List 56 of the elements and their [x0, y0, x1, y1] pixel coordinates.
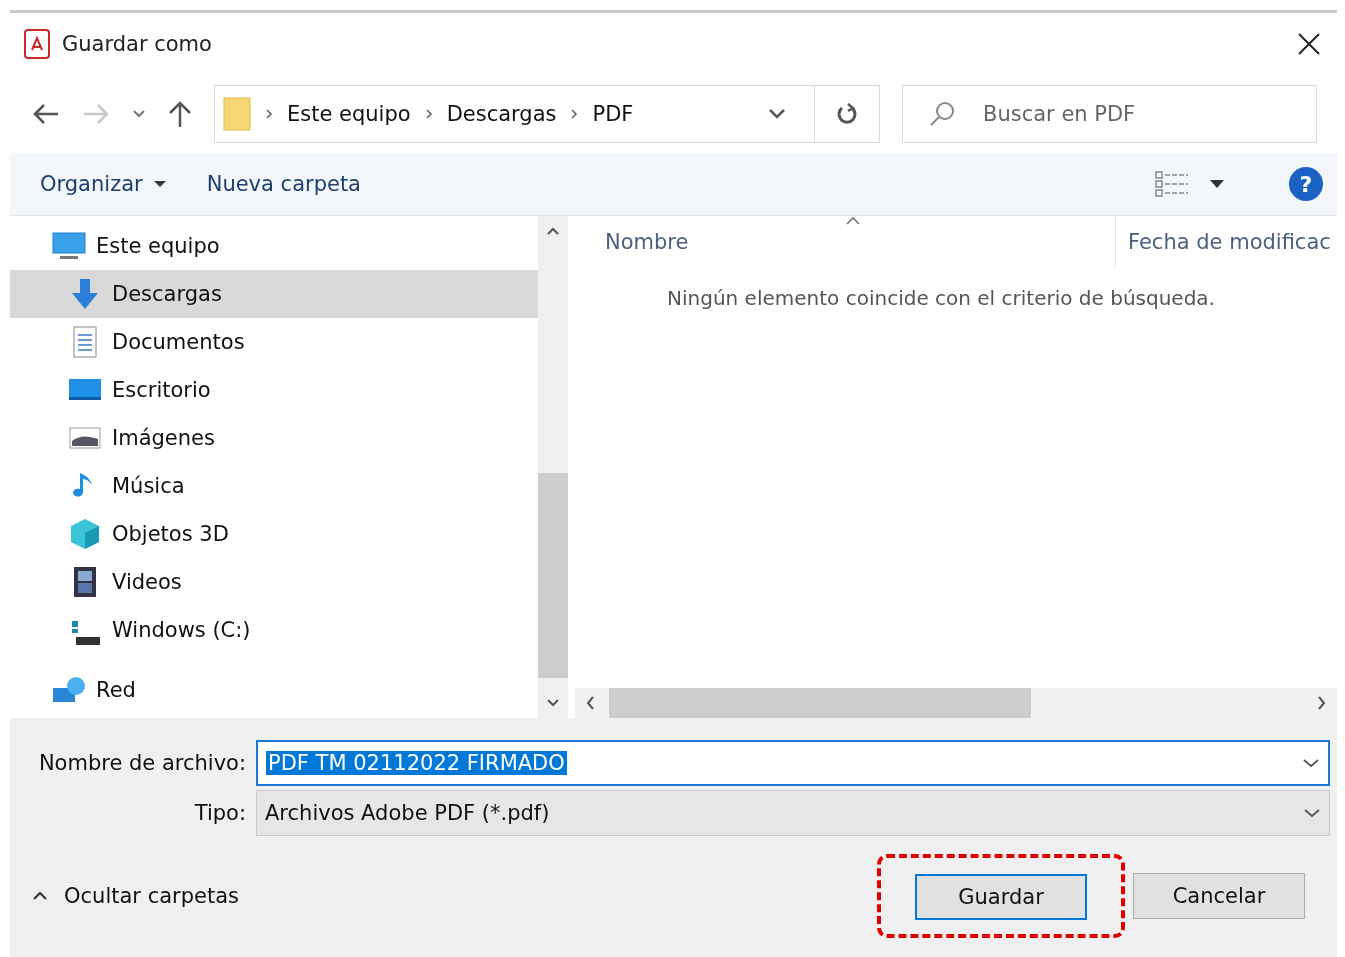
column-header[interactable]: Nombre: [575, 216, 1116, 268]
chevron-left-icon[interactable]: [585, 695, 595, 711]
monitor-icon: [52, 232, 86, 260]
sort-caret-icon: [845, 216, 861, 225]
chevron-down-icon[interactable]: [1303, 808, 1321, 818]
folder-icon: [223, 97, 251, 131]
refresh-icon: [836, 102, 858, 126]
save-button[interactable]: Guardar: [915, 874, 1087, 920]
chevron-down-icon[interactable]: [1302, 758, 1320, 768]
chevron-up-icon: [32, 891, 48, 901]
hide-folders-button[interactable]: Ocultar carpetas: [10, 883, 245, 909]
vertical-scrollbar[interactable]: [538, 216, 568, 718]
sidebar-item[interactable]: Música: [10, 462, 538, 510]
file-type-dropdown[interactable]: Archivos Adobe PDF (*.pdf): [256, 790, 1330, 836]
chevron-up-icon[interactable]: [546, 226, 560, 236]
search-field[interactable]: Buscar en PDF: [902, 85, 1317, 143]
caret-down-icon: [152, 180, 167, 188]
cancel-button[interactable]: Cancelar: [1133, 873, 1305, 919]
pdf-file-icon: [24, 29, 50, 59]
cube-icon: [68, 517, 102, 551]
sidebar-item[interactable]: Imágenes: [10, 414, 538, 462]
breadcrumb[interactable]: Este equipo: [287, 102, 411, 126]
sidebar-item[interactable]: Red: [10, 666, 538, 714]
window-title: Guardar como: [62, 32, 213, 56]
horizontal-scrollbar[interactable]: [575, 688, 1337, 718]
sidebar-item[interactable]: Escritorio: [10, 366, 538, 414]
sidebar-item[interactable]: Windows (C:): [10, 606, 538, 654]
close-icon[interactable]: [1297, 32, 1321, 56]
chevron-right-icon: [424, 108, 433, 120]
chevron-right-icon[interactable]: [1317, 695, 1327, 711]
field-label: Nombre de archivo:: [37, 751, 247, 775]
chevron-right-icon: [570, 108, 579, 120]
network-icon: [52, 676, 86, 704]
up-arrow-icon[interactable]: [168, 100, 192, 128]
address-bar[interactable]: Este equipo Descargas PDF: [214, 85, 880, 143]
chevron-down-icon[interactable]: [768, 108, 786, 120]
breadcrumb[interactable]: PDF: [592, 102, 634, 126]
new-folder-button[interactable]: Nueva carpeta: [198, 168, 369, 200]
chevron-down-icon[interactable]: [546, 698, 560, 708]
column-header[interactable]: Fecha de modificac: [1116, 216, 1337, 268]
search-icon: [928, 100, 956, 128]
sidebar-item[interactable]: Documentos: [10, 318, 538, 366]
chevron-down-icon[interactable]: [132, 109, 146, 119]
filename-field[interactable]: PDF TM 02112022 FIRMADO: [256, 740, 1330, 786]
breadcrumb[interactable]: Descargas: [446, 102, 557, 126]
sidebar-item[interactable]: Este equipo: [10, 222, 538, 270]
back-arrow-icon[interactable]: [32, 103, 60, 125]
help-button[interactable]: ?: [1289, 167, 1323, 201]
sidebar-item[interactable]: Videos: [10, 558, 538, 606]
empty-message: Ningún elemento coincide con el criterio de búsqueda.: [666, 286, 1216, 310]
caret-down-icon[interactable]: [1209, 179, 1225, 189]
organize-button[interactable]: Organizar: [32, 168, 175, 200]
sidebar-item[interactable]: Descargas: [10, 270, 538, 318]
sidebar-item[interactable]: Objetos 3D: [10, 510, 538, 558]
field-label: Tipo:: [193, 801, 247, 825]
chevron-right-icon: [265, 108, 273, 120]
